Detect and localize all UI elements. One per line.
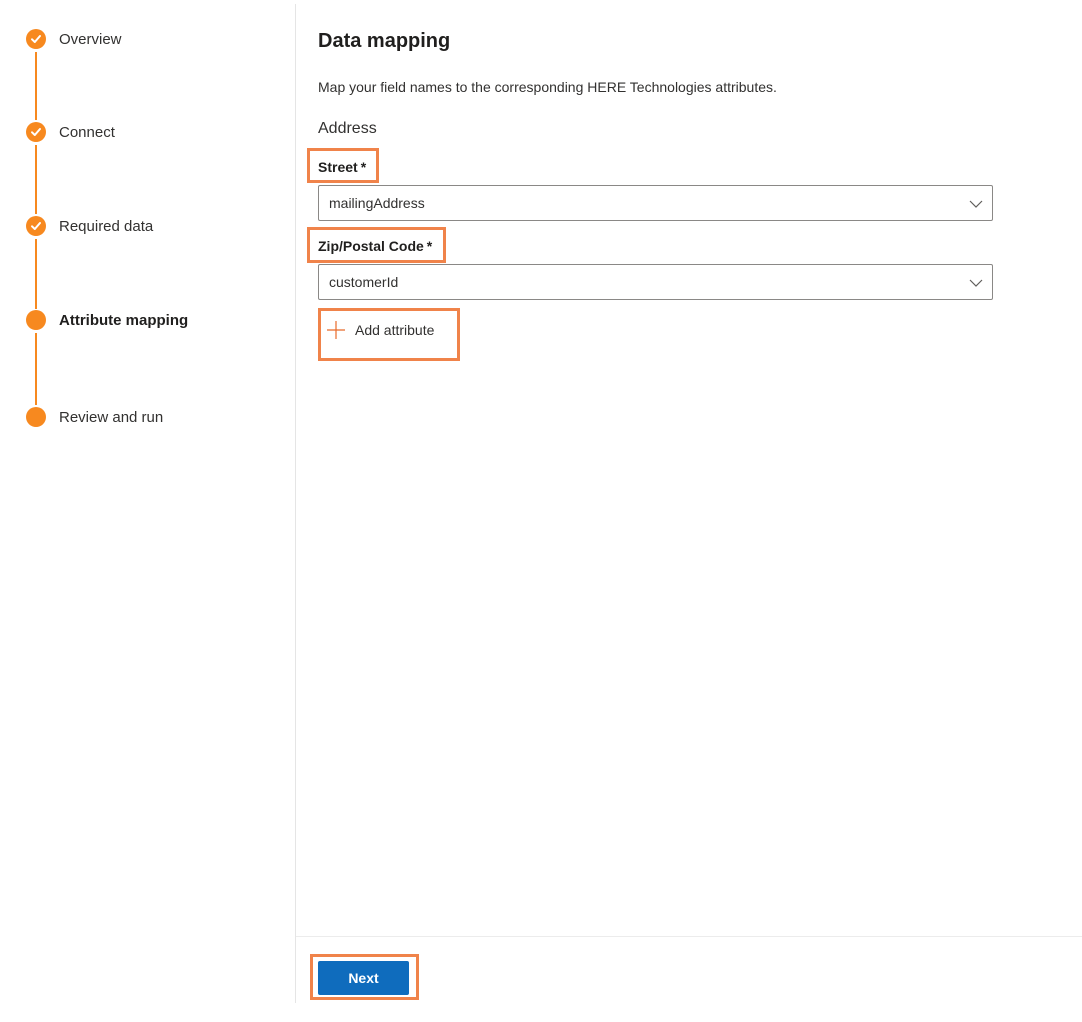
- step-connector: [35, 145, 37, 214]
- next-button[interactable]: Next: [318, 961, 409, 995]
- step-label: Review and run: [59, 408, 164, 426]
- step-label: Connect: [59, 123, 115, 141]
- section-heading: Address: [318, 120, 377, 137]
- checkmark-icon: [26, 122, 46, 142]
- add-attribute-label: Add attribute: [355, 322, 435, 338]
- chevron-down-icon: [969, 200, 983, 208]
- step-label: Required data: [59, 217, 154, 235]
- zip-postal-code-select[interactable]: customerId: [318, 264, 993, 300]
- step-connector: [35, 52, 37, 120]
- step-connector: [35, 239, 37, 309]
- upcoming-step-dot: [26, 407, 46, 427]
- chevron-down-icon: [969, 279, 983, 287]
- add-attribute-button[interactable]: Add attribute: [326, 320, 434, 340]
- step-required-data[interactable]: Required data: [26, 215, 153, 237]
- panel-divider: [295, 4, 296, 1003]
- step-overview[interactable]: Overview: [26, 28, 122, 50]
- street-select-value: mailingAddress: [329, 195, 425, 211]
- step-connector: [35, 333, 37, 405]
- page-title: Data mapping: [318, 30, 451, 52]
- street-select[interactable]: mailingAddress: [318, 185, 993, 221]
- checkmark-icon: [26, 216, 46, 236]
- step-connect[interactable]: Connect: [26, 121, 115, 143]
- footer-divider: [296, 936, 1082, 937]
- page-description: Map your field names to the correspondin…: [318, 79, 777, 95]
- current-step-dot: [26, 310, 46, 330]
- street-label: Street *: [318, 159, 367, 175]
- step-review-and-run[interactable]: Review and run: [26, 406, 163, 428]
- step-attribute-mapping[interactable]: Attribute mapping: [26, 309, 188, 331]
- wizard-stepper: Overview Connect Required data Attribute…: [0, 0, 295, 1003]
- plus-icon: [327, 321, 345, 339]
- step-label: Attribute mapping: [59, 311, 189, 329]
- zip-postal-code-label: Zip/Postal Code *: [318, 238, 433, 254]
- step-label: Overview: [59, 30, 122, 48]
- zip-select-value: customerId: [329, 274, 399, 290]
- checkmark-icon: [26, 29, 46, 49]
